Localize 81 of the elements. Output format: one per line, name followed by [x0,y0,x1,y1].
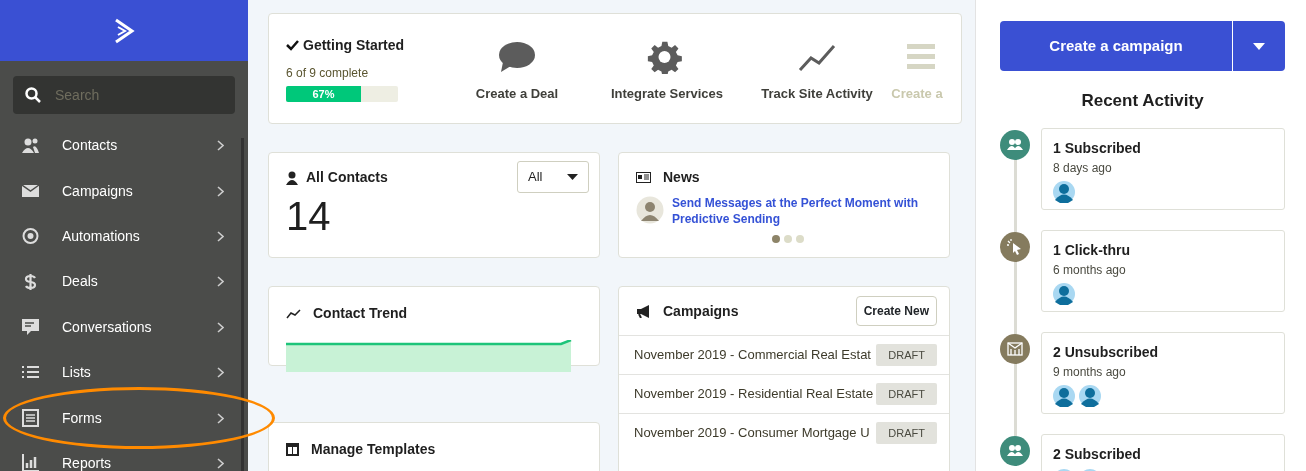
news-link[interactable]: Send Messages at the Perfect Moment with Predictive Sending [672,196,939,228]
check-icon [286,40,299,51]
sidebar-item[interactable]: Conversations [0,304,248,350]
activity-card[interactable]: 1 Click-thru 6 months ago [1041,229,1285,312]
onboarding-step[interactable]: Track Site Activity [742,39,892,104]
status-tag: DRAFT [876,421,937,445]
chevron-right-icon [217,367,224,379]
section-heading: Recent Activity [1080,90,1205,112]
sidebar-item[interactable]: Deals [0,259,248,305]
card-title: Campaigns [663,301,739,321]
status-tag: DRAFT [876,343,937,367]
sidebar-label: Automations [62,226,141,246]
progress-fill: 67% [286,86,362,102]
chevron-right-icon [217,412,224,424]
dropdown-toggle-button[interactable] [1233,21,1285,71]
carousel-dot[interactable] [795,235,804,244]
automation-icon [22,227,40,246]
create-new-button[interactable]: Create New [855,296,937,326]
chat-icon [22,318,40,337]
avatar-icon [636,196,664,224]
caret-down-icon [567,174,578,180]
sidebar-label: Lists [62,363,92,383]
contacts-icon [22,136,40,155]
activity-card[interactable]: 2 Unsubscribed 9 months ago [1041,331,1285,414]
bar-chart-icon [22,454,40,471]
activity-time: 8 days ago [1053,159,1113,177]
trend-line-icon [286,308,301,319]
person-icon [286,170,298,185]
avatar-icon [1079,384,1101,407]
contact-count: 14 [286,196,331,236]
activity-title: 2 Unsubscribed [1053,342,1160,362]
chevron-right-icon [217,140,224,152]
avatar-icon [1053,180,1075,203]
card-title: Manage Templates [311,440,436,459]
onboarding-step[interactable]: Integrate Services [592,39,742,104]
search-field[interactable]: Search [13,76,235,114]
sidebar-label: Campaigns [62,181,134,201]
avatar-icon [1053,282,1075,305]
caret-down-icon [1253,42,1265,50]
progress-text: 6 of 9 complete [286,65,370,82]
chevron-right-icon [217,185,224,197]
activity-title: 1 Click-thru [1053,240,1131,260]
card-title: All Contacts [306,168,388,187]
sidebar-label: Deals [62,272,99,292]
sidebar-item[interactable]: Automations [0,213,248,260]
chevron-right-icon [217,230,224,242]
carousel-dot[interactable] [771,235,780,244]
megaphone-icon [636,304,651,318]
chevron-right-icon [217,457,224,469]
sidebar-item[interactable]: Campaigns [0,168,248,214]
sidebar-item[interactable]: Contacts [0,123,248,169]
status-tag: DRAFT [876,382,937,406]
template-icon [286,443,299,456]
activity-time: 9 months ago [1053,363,1127,381]
campaign-name[interactable]: November 2019 - Commercial Real Estat [634,345,871,365]
chat-bubble-icon [497,39,537,74]
sidebar-label: Reports [62,453,113,471]
onboarding-step[interactable]: Create a Deal [442,39,592,104]
sidebar-label: Conversations [62,317,153,337]
campaign-name[interactable]: November 2019 - Consumer Mortgage U [634,423,870,443]
card-title: Getting Started [303,36,405,55]
card-title: News [663,168,700,187]
filter-dropdown[interactable]: All [517,161,589,193]
create-campaign-button[interactable]: Create a campaign [1000,21,1232,71]
chevron-right-icon [217,321,224,333]
onboarding-step: Create a [892,39,942,104]
activity-title: 1 Subscribed [1053,138,1142,158]
activity-card[interactable]: 2 Subscribed [1041,433,1285,471]
card-title: Contact Trend [313,304,408,323]
carousel-dot[interactable] [783,235,792,244]
activity-title: 2 Subscribed [1053,444,1142,464]
chevron-right-icon [217,276,224,288]
activity-card[interactable]: 1 Subscribed 8 days ago [1041,127,1285,210]
avatar-icon [1053,384,1075,407]
sidebar-label: Forms [62,408,103,428]
campaign-name[interactable]: November 2019 - Residential Real Estate [634,384,874,404]
logo-icon [113,17,135,44]
activity-time: 6 months ago [1053,261,1127,279]
form-icon [22,409,40,428]
newspaper-icon [636,172,651,183]
sidebar-label: Contacts [62,136,119,156]
